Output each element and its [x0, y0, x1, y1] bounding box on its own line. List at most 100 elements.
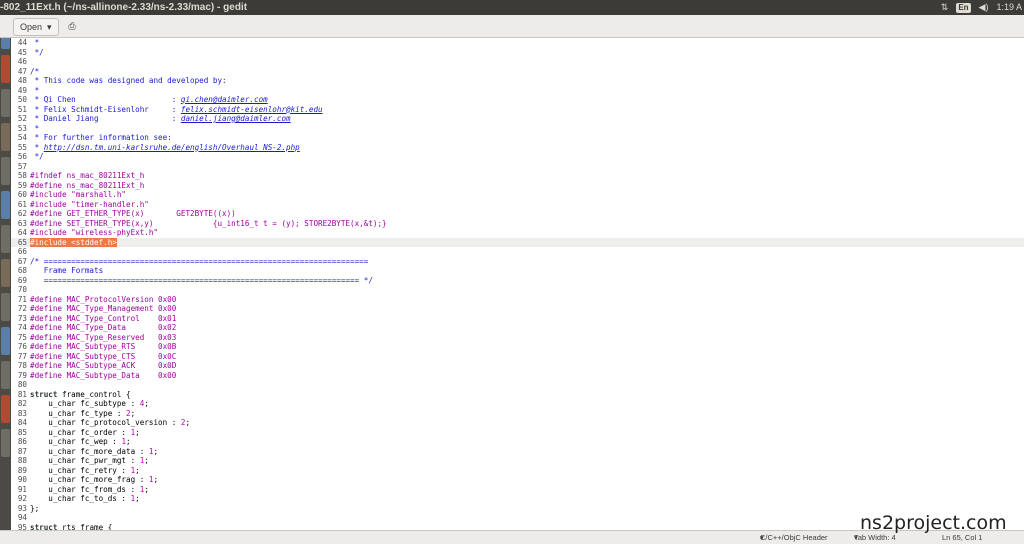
open-button[interactable]: Open ▾ [13, 18, 59, 36]
code-text: * [30, 123, 40, 133]
code-line[interactable]: 76 #define MAC_Subtype_RTS 0x0B [11, 342, 1024, 352]
code-text: u_char fc_more_frag : [30, 475, 149, 484]
code-link[interactable]: qi.chen@daimler.com [181, 95, 268, 104]
code-line[interactable]: 78 #define MAC_Subtype_ACK 0x0D [11, 361, 1024, 371]
line-number: 79 [17, 370, 27, 380]
code-line[interactable]: 45 */ [11, 48, 1024, 58]
browser-icon[interactable] [1, 55, 10, 83]
app-icon[interactable] [1, 225, 10, 253]
app-icon[interactable] [1, 293, 10, 321]
clock[interactable]: 1:19 A [996, 0, 1022, 15]
code-line[interactable]: 84 u_char fc_protocol_version : 2; [11, 418, 1024, 428]
code-line[interactable]: 85 u_char fc_order : 1; [11, 428, 1024, 438]
line-number: 93 [17, 503, 27, 513]
keyboard-icon[interactable]: ⇅ [941, 0, 949, 15]
code-line[interactable]: 56 */ [11, 152, 1024, 162]
code-line[interactable]: 83 u_char fc_type : 2; [11, 409, 1024, 419]
code-line[interactable]: 92 u_char fc_to_ds : 1; [11, 494, 1024, 504]
app-icon[interactable] [1, 327, 10, 355]
code-text: u_char fc_to_ds : [30, 494, 131, 503]
code-line[interactable]: 54 * For further information see: [11, 133, 1024, 143]
code-line[interactable]: 58 #ifndef ns_mac_80211Ext_h [11, 171, 1024, 181]
open-label: Open [20, 22, 43, 32]
code-line[interactable]: 89 u_char fc_retry : 1; [11, 466, 1024, 476]
code-line[interactable]: 46 [11, 57, 1024, 67]
code-line[interactable]: 60 #include "marshall.h" [11, 190, 1024, 200]
code-line[interactable]: 80 [11, 380, 1024, 390]
code-line[interactable]: 82 u_char fc_subtype : 4; [11, 399, 1024, 409]
app-icon[interactable] [1, 259, 10, 287]
chevron-down-icon: ▾ [47, 22, 52, 32]
code-line[interactable]: 69 =====================================… [11, 276, 1024, 286]
code-line[interactable]: 79 #define MAC_Subtype_Data 0x00 [11, 371, 1024, 381]
code-line[interactable]: 49 * [11, 86, 1024, 96]
language-indicator[interactable]: En [956, 2, 971, 13]
code-line[interactable]: 64 #include "wireless-phyExt.h" [11, 228, 1024, 238]
code-line[interactable]: 66 [11, 247, 1024, 257]
line-number: 48 [17, 76, 27, 85]
code-text: * Felix Schmidt-Eisenlohr : [30, 104, 181, 114]
code-line[interactable]: 65 #include <stddef.h> [11, 237, 1024, 247]
code-line[interactable]: 90 u_char fc_more_frag : 1; [11, 475, 1024, 485]
line-number: 53 [17, 123, 27, 133]
code-text: u_char fc_subtype : [30, 399, 140, 408]
launcher-bar [0, 15, 11, 543]
line-number: 58 [17, 171, 27, 180]
code-text: u_char fc_more_data : [30, 446, 149, 456]
line-number: 90 [17, 475, 27, 484]
code-line[interactable]: 55 * http://dsn.tm.uni-karlsruhe.de/engl… [11, 143, 1024, 153]
line-number: 87 [17, 446, 27, 456]
code-line[interactable]: 70 [11, 285, 1024, 295]
code-line[interactable]: 57 [11, 162, 1024, 172]
code-line[interactable]: 47/* [11, 67, 1024, 77]
save-button[interactable]: ⎙ [63, 18, 81, 34]
toolbar [0, 15, 1024, 38]
app-icon[interactable] [1, 191, 10, 219]
code-line[interactable]: 63 #define SET_ETHER_TYPE(x,y) {u_int16_t… [11, 219, 1024, 229]
code-line[interactable]: 73 #define MAC_Type_Control 0x01 [11, 314, 1024, 324]
line-number: 45 [17, 47, 27, 57]
code-line[interactable]: 52 * Daniel Jiang : daniel.jiang@daimler… [11, 114, 1024, 124]
code-line[interactable]: 87 u_char fc_more_data : 1; [11, 447, 1024, 457]
line-number: 89 [17, 465, 27, 475]
code-link[interactable]: felix.schmidt-eisenlohr@kit.edu [181, 105, 323, 114]
code-link[interactable]: http://dsn.tm.uni-karlsruhe.de/english/O… [44, 143, 300, 152]
code-line[interactable]: 72 #define MAC_Type_Management 0x00 [11, 304, 1024, 314]
code-text: /* =====================================… [30, 256, 369, 266]
app-icon[interactable] [1, 395, 10, 423]
line-number: 91 [17, 484, 27, 494]
code-line[interactable]: 74 #define MAC_Type_Data 0x02 [11, 323, 1024, 333]
code-line[interactable]: 75 #define MAC_Type_Reserved 0x03 [11, 333, 1024, 343]
code-link[interactable]: daniel.jiang@daimler.com [181, 114, 291, 123]
app-icon[interactable] [1, 429, 10, 457]
code-editor[interactable]: 44 * 45 */46 47/* 48 * This code was design… [11, 38, 1024, 530]
app-icon[interactable] [1, 89, 10, 117]
code-text: #define MAC_Subtype_Data 0x00 [30, 370, 177, 380]
code-line[interactable]: 62 #define GET_ETHER_TYPE(x) GET2BYTE((x)… [11, 209, 1024, 219]
line-number: 80 [17, 380, 27, 389]
code-line[interactable]: 81 struct frame_control { [11, 390, 1024, 400]
code-text: /* [30, 66, 40, 76]
app-icon[interactable] [1, 157, 10, 185]
code-line[interactable]: 67/* ===================================… [11, 257, 1024, 267]
code-line[interactable]: 48 * This code was designed and develope… [11, 76, 1024, 86]
code-line[interactable]: 91 u_char fc_from_ds : 1; [11, 485, 1024, 495]
app-icon[interactable] [1, 361, 10, 389]
code-line[interactable]: 71 #define MAC_ProtocolVersion 0x00 [11, 295, 1024, 305]
code-line[interactable]: 44 * [11, 38, 1024, 48]
code-line[interactable]: 53 * [11, 124, 1024, 134]
code-text: * [30, 85, 40, 95]
code-line[interactable]: 68 Frame Formats [11, 266, 1024, 276]
code-line[interactable]: 61 #include "timer-handler.h" [11, 200, 1024, 210]
line-number: 76 [17, 342, 27, 351]
app-icon[interactable] [1, 123, 10, 151]
line-number: 59 [17, 180, 27, 190]
code-line[interactable]: 51 * Felix Schmidt-Eisenlohr : felix.sch… [11, 105, 1024, 115]
volume-icon[interactable]: ◀) [979, 0, 989, 15]
code-line[interactable]: 77 #define MAC_Subtype_CTS 0x0C [11, 352, 1024, 362]
code-line[interactable]: 86 u_char fc_wep : 1; [11, 437, 1024, 447]
code-line[interactable]: 88 u_char fc_pwr_mgt : 1; [11, 456, 1024, 466]
code-line[interactable]: 59 #define ns_mac_80211Ext_h [11, 181, 1024, 191]
line-number: 52 [17, 114, 27, 123]
code-line[interactable]: 50 * Qi Chen : qi.chen@daimler.com [11, 95, 1024, 105]
